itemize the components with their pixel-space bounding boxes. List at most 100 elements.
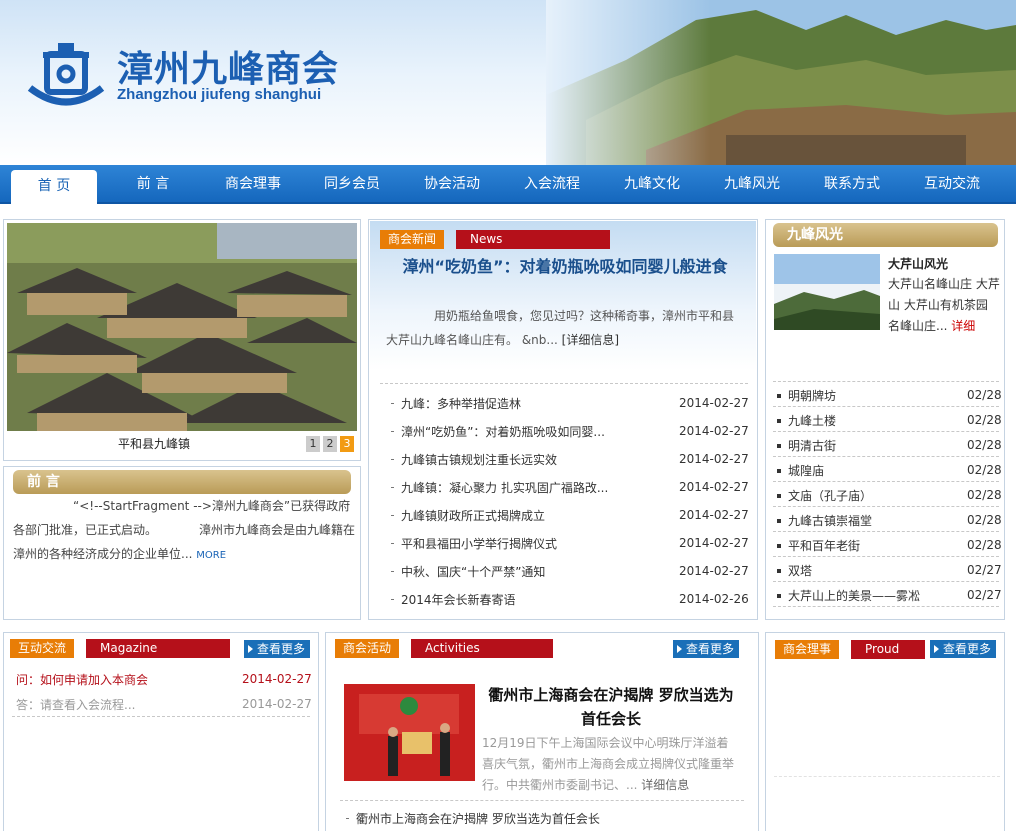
- logo-icon: [27, 43, 105, 106]
- activities-photo[interactable]: [344, 684, 475, 781]
- brand-title: 漳州九峰商会: [117, 49, 340, 90]
- activities-detail-link[interactable]: 详细信息: [641, 778, 689, 792]
- activities-tag: 商会活动 Activities: [335, 639, 553, 658]
- preface-panel: 前 言 “<!--StartFragment -->漳州九峰商会”已获得政府各部…: [3, 466, 361, 620]
- main-nav: 首 页 前 言 商会理事 同乡会员 协会活动 入会流程 九峰文化 九峰风光 联系…: [0, 165, 1016, 206]
- council-more-button[interactable]: 查看更多: [930, 640, 996, 658]
- news-item[interactable]: 平和县福田小学举行揭牌仪式: [401, 535, 557, 552]
- activities-divider: [340, 800, 744, 801]
- preface-title: 前 言: [13, 470, 351, 494]
- nav-interact[interactable]: 互动交流: [902, 165, 1002, 204]
- scenery-item[interactable]: 平和百年老街: [788, 537, 860, 554]
- news-tag-en: News: [456, 230, 610, 249]
- activities-panel: 商会活动 Activities 查看更多 衢州市上海商会在沪揭牌 罗欣当选为首任…: [325, 632, 759, 831]
- news-item-date: 2014-02-26: [679, 592, 749, 606]
- news-item-date: 2014-02-27: [679, 452, 749, 466]
- scenery-item[interactable]: 双塔: [788, 562, 812, 579]
- preface-more-link[interactable]: MORE: [196, 550, 226, 561]
- slide-page-3[interactable]: 3: [340, 436, 354, 452]
- list-bullet: [777, 444, 781, 448]
- news-item[interactable]: 九峰镇财政所正式揭牌成立: [401, 507, 545, 524]
- interact-answer-date: 2014-02-27: [242, 697, 312, 711]
- nav-activities[interactable]: 协会活动: [402, 165, 502, 204]
- list-bullet: [777, 419, 781, 423]
- news-item[interactable]: 漳州“吃奶鱼”：对着奶瓶吮吸如同婴...: [401, 423, 605, 440]
- interact-question-date: 2014-02-27: [242, 672, 312, 686]
- interact-answer: 答：请查看入会流程...: [16, 698, 136, 712]
- scenery-panel: 九峰风光 大芹山风光 大芹山名峰山庄 大芹山 大芹山有机茶园 名峰山庄... 详…: [765, 219, 1005, 620]
- list-bullet: [777, 569, 781, 573]
- list-bullet: [777, 519, 781, 523]
- scenery-item[interactable]: 大芹山上的美景——雾凇: [788, 587, 920, 604]
- scenery-item[interactable]: 明朝牌坊: [788, 387, 836, 404]
- slide-page-1[interactable]: 1: [306, 436, 320, 452]
- news-item-date: 2014-02-27: [679, 424, 749, 438]
- news-item[interactable]: 九峰镇古镇规划注重长远实效: [401, 451, 557, 468]
- nav-scenery[interactable]: 九峰风光: [702, 165, 802, 204]
- scenery-detail-link[interactable]: 详细: [951, 319, 975, 333]
- news-item[interactable]: 九峰：多种举措促造林: [401, 395, 521, 412]
- council-panel: 商会理事 Proud 查看更多: [765, 632, 1005, 831]
- village-photo[interactable]: [7, 223, 357, 431]
- scenery-item-date: 02/28: [967, 463, 1002, 477]
- list-bullet: [391, 459, 394, 460]
- scenery-divider: [773, 381, 999, 382]
- activities-headline[interactable]: 衢州市上海商会在沪揭牌 罗欣当选为首任会长: [482, 683, 740, 731]
- nav-council[interactable]: 商会理事: [203, 165, 303, 204]
- list-bullet: [346, 818, 349, 819]
- list-bullet: [391, 431, 394, 432]
- news-panel: 商会新闻 News 漳州“吃奶鱼”：对着奶瓶吮吸如同婴儿般进食 用奶瓶给鱼喂食，…: [368, 219, 758, 620]
- slide-caption: 平和县九峰镇: [117, 437, 190, 451]
- news-detail-link[interactable]: [详细信息]: [562, 333, 619, 347]
- news-item[interactable]: 中秋、国庆“十个严禁”通知: [401, 563, 545, 580]
- nav-home[interactable]: 首 页: [11, 170, 97, 206]
- news-headline[interactable]: 漳州“吃奶鱼”：对着奶瓶吮吸如同婴儿般进食: [389, 255, 741, 279]
- preface-text: “<!--StartFragment -->漳州九峰商会”已获得政府各部门批准，…: [13, 494, 355, 568]
- interact-more-button[interactable]: 查看更多: [244, 640, 310, 658]
- news-item[interactable]: 九峰镇：凝心聚力 扎实巩固广福路改...: [401, 479, 608, 496]
- list-bullet: [777, 594, 781, 598]
- scenery-item-date: 02/28: [967, 388, 1002, 402]
- page: 漳州九峰商会 Zhangzhou jiufeng shanghui 首 页 前 …: [0, 0, 1016, 831]
- list-bullet: [777, 469, 781, 473]
- news-summary-text: 用奶瓶给鱼喂食，您见过吗？这种稀奇事，漳州市平和县大芹山九峰名峰山庄有。 &nb…: [386, 309, 735, 347]
- nav-culture[interactable]: 九峰文化: [602, 165, 702, 204]
- list-bullet: [777, 544, 781, 548]
- interact-question[interactable]: 问：如何申请加入本商会: [16, 671, 148, 688]
- scenery-feature-title[interactable]: 大芹山风光: [888, 255, 948, 272]
- scenery-feature-text: 大芹山名峰山庄 大芹山 大芹山有机茶园 名峰山庄...: [888, 277, 1000, 333]
- interact-panel: 互动交流 Magazine 查看更多 问：如何申请加入本商会 2014-02-2…: [3, 632, 319, 831]
- nav-contact[interactable]: 联系方式: [802, 165, 902, 204]
- slide-page-2[interactable]: 2: [323, 436, 337, 452]
- council-tag: 商会理事 Proud: [775, 640, 925, 659]
- scenery-item[interactable]: 明清古街: [788, 437, 836, 454]
- activities-item[interactable]: 衢州市上海商会在沪揭牌 罗欣当选为首任会长: [356, 810, 600, 827]
- scenery-item-date: 02/27: [967, 588, 1002, 602]
- mountain-photo: [546, 0, 1016, 165]
- activities-more-button[interactable]: 查看更多: [673, 640, 739, 658]
- list-bullet: [391, 487, 394, 488]
- council-tag-en: Proud: [851, 640, 925, 659]
- news-divider: [380, 383, 748, 384]
- preface-body: “<!--StartFragment -->漳州九峰商会”已获得政府各部门批准，…: [13, 499, 356, 561]
- list-bullet: [777, 494, 781, 498]
- scenery-item-date: 02/27: [967, 563, 1002, 577]
- scenery-item[interactable]: 文庙（孔子庙）: [788, 487, 872, 504]
- interact-tag-en: Magazine: [86, 639, 230, 658]
- scenery-item-date: 02/28: [967, 488, 1002, 502]
- nav-members[interactable]: 同乡会员: [302, 165, 402, 204]
- slideshow-panel: 平和县九峰镇 1 2 3: [3, 219, 361, 461]
- nav-join[interactable]: 入会流程: [502, 165, 602, 204]
- council-tag-cn: 商会理事: [775, 640, 840, 659]
- news-item-date: 2014-02-27: [679, 508, 749, 522]
- news-item[interactable]: 2014年会长新春寄语: [401, 591, 516, 608]
- scenery-item[interactable]: 城隍庙: [788, 462, 824, 479]
- interact-tag: 互动交流 Magazine: [10, 639, 230, 658]
- list-bullet: [391, 571, 394, 572]
- scenery-item-date: 02/28: [967, 413, 1002, 427]
- scenery-item[interactable]: 九峰古镇崇福堂: [788, 512, 872, 529]
- nav-preface[interactable]: 前 言: [103, 165, 203, 204]
- list-bullet: [391, 599, 394, 600]
- council-divider: [774, 776, 1000, 777]
- scenery-item[interactable]: 九峰土楼: [788, 412, 836, 429]
